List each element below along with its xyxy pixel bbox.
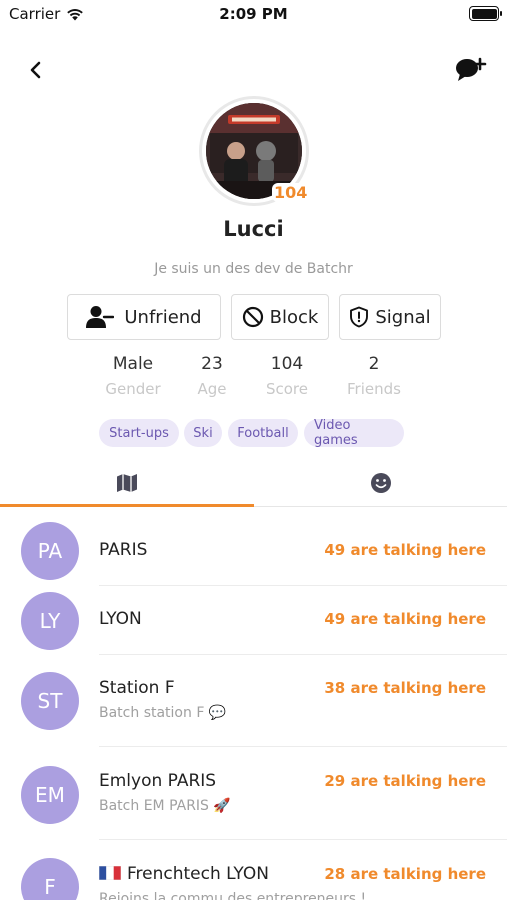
status-bar: Carrier 2:09 PM (0, 0, 507, 28)
room-name: Station F (99, 678, 175, 698)
block-button[interactable]: Block (231, 294, 329, 340)
stat-label: Friends (347, 380, 401, 398)
list-item[interactable]: ST Station F 38 are talking here Batch s… (0, 655, 507, 747)
shield-alert-icon (350, 306, 369, 328)
tag-football[interactable]: Football (228, 419, 298, 447)
room-activity: 38 are talking here (324, 679, 486, 697)
room-name: Frenchtech LYON (127, 864, 269, 884)
tab-moods[interactable] (254, 460, 507, 506)
back-button[interactable] (22, 56, 50, 84)
block-icon (242, 306, 263, 328)
stat-friends: 2 Friends (334, 354, 414, 398)
unfriend-button[interactable]: Unfriend (67, 294, 221, 340)
stat-value: 104 (270, 354, 304, 374)
room-avatar: F (21, 858, 79, 900)
stat-age: 23 Age (172, 354, 252, 398)
list-item[interactable]: F Frenchtech LYON 28 are talking here Re… (0, 840, 507, 900)
room-activity: 49 are talking here (324, 541, 486, 559)
smiley-icon (370, 473, 391, 493)
score-badge: 104 (272, 183, 310, 202)
stat-score: 104 Score (247, 354, 327, 398)
room-avatar: ST (21, 672, 79, 730)
room-avatar: LY (21, 592, 79, 650)
room-name-row: Frenchtech LYON (99, 864, 269, 884)
battery-icon (469, 6, 502, 21)
room-name: PARIS (99, 540, 148, 560)
room-description: Batch EM PARIS 🚀 (99, 798, 231, 814)
room-avatar: PA (21, 522, 79, 580)
stat-gender: Male Gender (93, 354, 173, 398)
profile-bio: Je suis un des dev de Batchr (154, 261, 353, 277)
stat-value: 2 (368, 354, 380, 374)
clock: 2:09 PM (219, 5, 288, 23)
tag-video-games[interactable]: Video games (304, 418, 404, 448)
map-icon (116, 474, 137, 492)
stat-label: Age (197, 380, 227, 398)
list-item[interactable]: PA PARIS 49 are talking here (0, 507, 507, 586)
room-activity: 49 are talking here (324, 610, 486, 628)
remove-user-icon (86, 306, 115, 328)
stat-value: 23 (201, 354, 223, 374)
room-activity: 29 are talking here (324, 772, 486, 790)
tag-ski[interactable]: Ski (184, 419, 222, 447)
room-avatar: EM (21, 766, 79, 824)
room-name: Emlyon PARIS (99, 771, 217, 791)
france-flag-icon (99, 866, 121, 880)
new-message-button[interactable] (455, 55, 487, 85)
signal-button[interactable]: Signal (339, 294, 441, 340)
tab-rooms-map[interactable] (0, 460, 253, 506)
profile-name: Lucci (223, 217, 284, 241)
room-description: Rejoins la commu des entrepreneurs ! (99, 891, 367, 900)
stat-value: Male (112, 354, 154, 374)
chat-plus-icon (456, 57, 487, 81)
room-activity: 28 are talking here (324, 865, 486, 883)
unfriend-label: Unfriend (124, 306, 202, 328)
block-label: Block (269, 306, 319, 328)
stat-label: Score (265, 380, 308, 398)
tag-startups[interactable]: Start-ups (99, 419, 179, 447)
chevron-left-icon (30, 61, 41, 79)
room-name: LYON (99, 609, 142, 629)
signal-label: Signal (375, 306, 431, 328)
list-item[interactable]: EM Emlyon PARIS 29 are talking here Batc… (0, 747, 507, 840)
stat-label: Gender (105, 380, 161, 398)
list-item[interactable]: LY LYON 49 are talking here (0, 586, 507, 655)
room-description: Batch station F 💬 (99, 705, 227, 721)
